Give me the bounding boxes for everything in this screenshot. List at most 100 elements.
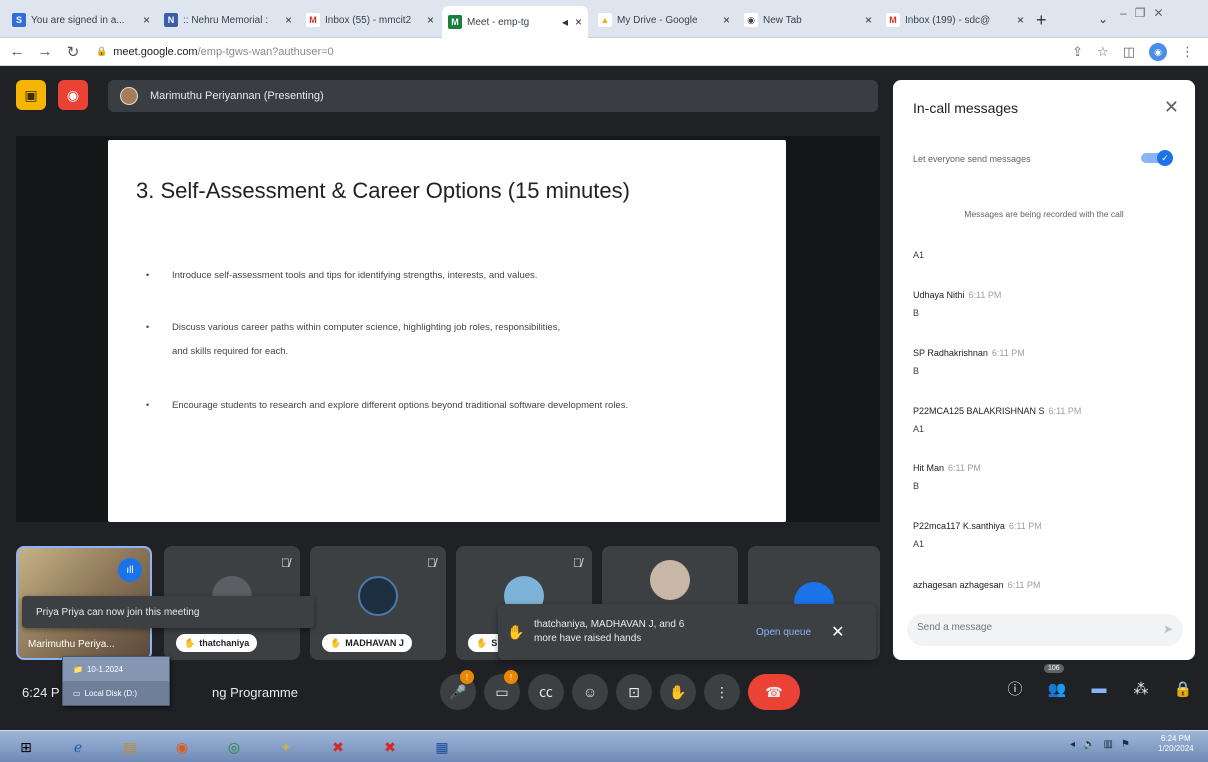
popup-item[interactable]: 📁 10-1.2024 <box>63 657 169 681</box>
browser-tab[interactable]: N :: Nehru Memorial : × <box>158 6 298 34</box>
reload-icon[interactable]: ↻ <box>62 43 84 61</box>
camera-button[interactable]: ▭! <box>484 670 520 710</box>
meet-top-icons: ▣ ◉ <box>16 80 88 110</box>
network-icon[interactable]: ▥ <box>1103 739 1112 750</box>
back-icon[interactable]: ← <box>6 43 28 60</box>
share-icon[interactable]: ⇪ <box>1072 44 1083 60</box>
raise-hand-button[interactable]: ✋ <box>660 674 696 710</box>
app-error-icon[interactable]: ✖ <box>318 734 358 760</box>
file-explorer-icon[interactable]: ▤ <box>110 734 150 760</box>
start-button-icon[interactable]: ⊞ <box>6 734 46 760</box>
drive-icon: ▲ <box>598 13 612 27</box>
volume-icon[interactable]: 🔈 <box>1083 739 1095 750</box>
end-call-button[interactable]: ☎ <box>748 674 800 710</box>
send-icon[interactable]: ➤ <box>1163 622 1173 636</box>
alert-badge: ! <box>504 670 518 684</box>
profile-avatar[interactable]: ◉ <box>1149 43 1167 61</box>
browser-tab[interactable]: M Inbox (199) - sdc@ × <box>880 6 1030 34</box>
forward-icon[interactable]: → <box>34 43 56 60</box>
tab-close-icon[interactable]: × <box>863 13 872 27</box>
bookmark-star-icon[interactable]: ☆ <box>1097 44 1109 60</box>
flag-icon[interactable]: ⚑ <box>1121 739 1130 750</box>
send-message-input[interactable] <box>917 622 1137 633</box>
message-text: A1 <box>913 424 925 434</box>
menu-kebab-icon[interactable]: ⋮ <box>1181 44 1194 60</box>
side-panel-icon[interactable]: ◫ <box>1123 44 1135 60</box>
presenter-label: Marimuthu Periyannan (Presenting) <box>150 90 324 102</box>
captions-button[interactable]: ㏄ <box>528 674 564 710</box>
more-options-button[interactable]: ⋮ <box>704 674 740 710</box>
message: A1 <box>913 250 1173 260</box>
chrome-icon[interactable]: ◎ <box>214 734 254 760</box>
people-icon[interactable]: 👥 106 <box>1044 663 1068 698</box>
new-tab-button[interactable]: + <box>1036 10 1047 31</box>
stop-presenting-icon[interactable]: ▣ <box>16 80 46 110</box>
message-header: P22mca117 K.santhiya 6:11 PM <box>913 521 1042 531</box>
participant-name: Marimuthu Periya... <box>28 639 115 650</box>
slide-title: 3. Self-Assessment & Career Options (15 … <box>136 178 630 203</box>
browser-toolbar: ← → ↻ 🔒 meet.google.com/emp-tgws-wan?aut… <box>0 38 1208 66</box>
browser-tab[interactable]: M Inbox (55) - mmcit2 × <box>300 6 440 34</box>
activities-icon[interactable]: ⁂ <box>1130 680 1152 698</box>
microphone-button[interactable]: 🎤! <box>440 670 476 710</box>
tab-close-icon[interactable]: × <box>721 13 730 27</box>
browser-tab[interactable]: S You are signed in a... × <box>6 6 156 34</box>
internet-explorer-icon[interactable]: ℯ <box>58 734 98 760</box>
browser-tab[interactable]: ◉ New Tab × <box>738 6 878 34</box>
message-header: Udhaya Nithi 6:11 PM <box>913 290 1002 300</box>
tab-title: Inbox (55) - mmcit2 <box>325 14 412 26</box>
tab-close-icon[interactable]: × <box>141 13 150 27</box>
participant-avatar <box>358 576 398 616</box>
slide-bullet: • Encourage students to research and exp… <box>146 400 629 411</box>
taskbar-popup: 📁 10-1.2024 ▭ Local Disk (D:) <box>62 656 170 706</box>
tray-arrow-icon[interactable]: ◂ <box>1070 739 1075 750</box>
paint-icon[interactable]: ✦ <box>266 734 306 760</box>
present-button[interactable]: ⊡ <box>616 674 652 710</box>
raised-hands-text: thatchaniya, MADHAVAN J, and 6 more have … <box>534 618 685 645</box>
emoji-button[interactable]: ☺ <box>572 674 608 710</box>
app-error-icon[interactable]: ✖ <box>370 734 410 760</box>
word-icon[interactable]: ▦ <box>422 734 462 760</box>
popup-item[interactable]: ▭ Local Disk (D:) <box>63 681 169 705</box>
browser-tab-bar: S You are signed in a... × N :: Nehru Me… <box>0 0 1208 38</box>
raised-hand-icon: ✋ <box>184 637 196 648</box>
message: P22MCA125 BALAKRISHNAN S 6:11 PM A1 <box>913 406 1173 434</box>
minimize-icon[interactable]: – <box>1120 6 1127 20</box>
close-icon[interactable]: ✕ <box>1164 97 1179 118</box>
close-icon[interactable]: ✕ <box>831 622 844 642</box>
tab-close-icon[interactable]: × <box>573 15 582 29</box>
screen: S You are signed in a... × N :: Nehru Me… <box>0 0 1208 762</box>
media-player-icon[interactable]: ◉ <box>162 734 202 760</box>
tab-favicon: S <box>12 13 26 27</box>
participant-name-chip: ✋ MADHAVAN J <box>322 634 412 652</box>
restore-icon[interactable]: ❐ <box>1135 6 1146 20</box>
tab-close-icon[interactable]: × <box>283 13 292 27</box>
phone-hangup-icon: ☎ <box>765 683 783 700</box>
panel-title: In-call messages <box>913 100 1019 116</box>
bullet-dot: • <box>146 400 150 410</box>
bullet-dot: • <box>146 270 150 280</box>
recording-icon[interactable]: ◉ <box>58 80 88 110</box>
browser-tab[interactable]: ▲ My Drive - Google × <box>592 6 736 34</box>
gmail-icon: M <box>886 13 900 27</box>
browser-tab-active[interactable]: M Meet - emp-tg ◂ × <box>442 6 588 38</box>
slide-bullet: • Discuss various career paths within co… <box>146 322 561 333</box>
meet-window: ▣ ◉ Marimuthu Periyannan (Presenting) 3.… <box>0 66 1208 730</box>
meeting-info-icon[interactable]: ⓘ <box>1004 678 1026 699</box>
message-text: A1 <box>913 539 925 549</box>
participant-tile[interactable]: 🎙̸ ✋ MADHAVAN J <box>310 546 446 660</box>
browser-actions: ⇪ ☆ ◫ ◉ ⋮ <box>1072 43 1194 61</box>
tab-search-icon[interactable]: ⌄ <box>1098 12 1108 26</box>
tab-close-icon[interactable]: × <box>1015 13 1024 27</box>
address-bar[interactable]: 🔒 meet.google.com/emp-tgws-wan?authuser=… <box>96 46 996 58</box>
tab-close-icon[interactable]: × <box>425 13 434 27</box>
taskbar-clock[interactable]: 6:24 PM 1/20/2024 <box>1158 734 1194 755</box>
send-messages-toggle[interactable]: ✓ <box>1141 150 1173 166</box>
mic-off-icon: 🎙̸ <box>427 556 436 570</box>
chat-icon[interactable]: ▬ <box>1088 680 1110 697</box>
window-close-icon[interactable]: ✕ <box>1153 6 1163 20</box>
host-controls-icon[interactable]: 🔒 <box>1172 680 1194 698</box>
meeting-side-controls: ⓘ 👥 106 ▬ ⁂ 🔒 <box>1004 663 1194 699</box>
raised-hands-notification: ✋ thatchaniya, MADHAVAN J, and 6 more hav… <box>498 604 876 660</box>
open-queue-button[interactable]: Open queue <box>756 627 811 638</box>
